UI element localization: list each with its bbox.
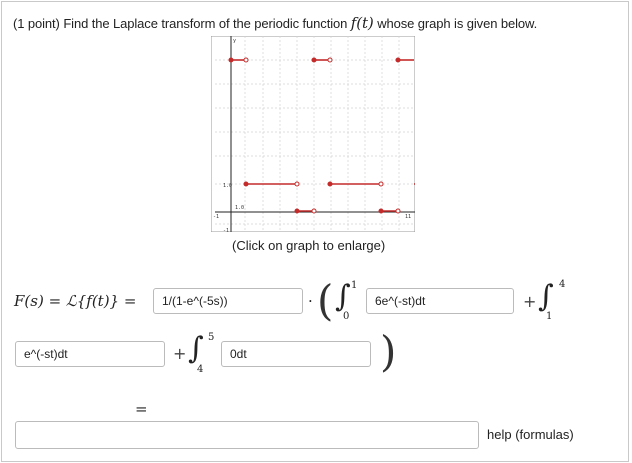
help-formulas-link[interactable]: help (formulas) <box>487 427 574 442</box>
integral1-upper: 1 <box>351 280 358 291</box>
integral1-lower: 0 <box>343 311 350 322</box>
integral2-upper: 4 <box>559 279 566 290</box>
left-paren: ( <box>317 276 334 325</box>
equals-sign: = <box>135 400 148 418</box>
filled-point <box>294 208 300 214</box>
integral3-lower: 4 <box>197 364 204 375</box>
open-point <box>311 208 317 214</box>
final-answer-input[interactable] <box>15 421 479 449</box>
problem-prompt: (1 point) Find the Laplace transform of … <box>13 14 537 32</box>
open-point <box>327 57 333 63</box>
points-label: (1 point) <box>13 16 60 31</box>
filled-point <box>243 181 249 187</box>
x-left-tick: -1 <box>213 214 219 220</box>
filled-point <box>395 57 401 63</box>
prompt-text-after: whose graph is given below. <box>377 16 538 31</box>
open-point <box>378 181 384 187</box>
integral2-lower: 1 <box>546 311 553 322</box>
graph-svg: y 1.0 1.0 -1 11 -1 <box>210 35 416 234</box>
open-point <box>294 181 300 187</box>
right-paren: ) <box>380 327 397 376</box>
graph-caption: (Click on graph to enlarge) <box>232 238 386 253</box>
integral-sign-2: ∫ <box>538 279 554 314</box>
open-point <box>243 57 249 63</box>
integrand-3-input[interactable]: 0dt <box>221 341 371 367</box>
integral-sign-3: ∫ <box>188 331 204 366</box>
prompt-text-before: Find the Laplace transform of the period… <box>63 16 348 31</box>
factor-input[interactable]: 1/(1-e^(-5s)) <box>153 288 303 314</box>
graph-border <box>210 35 416 233</box>
integral-sign-1: ∫ <box>335 279 351 314</box>
function-name: f(t) <box>350 14 374 32</box>
integrand-1-input[interactable]: 6e^(-st)dt <box>366 288 514 314</box>
laplace-lhs: F(s) = ℒ{f(t)} = <box>14 292 137 310</box>
integral3-upper: 5 <box>208 332 215 343</box>
filled-point <box>228 57 234 63</box>
filled-point <box>311 57 317 63</box>
y-upper-tick: 1.0 <box>223 183 232 189</box>
y-mid-tick: 1.0 <box>235 205 244 211</box>
y-top-tick: y <box>233 38 236 44</box>
multiply-dot: · <box>308 292 313 310</box>
open-point <box>395 208 401 214</box>
y-bottom-tick: -1 <box>223 228 229 232</box>
filled-point <box>378 208 384 214</box>
plus-sign-2: + <box>173 344 187 363</box>
filled-point <box>327 181 333 187</box>
x-right-tick: 11 <box>405 214 411 220</box>
integrand-2-input[interactable]: e^(-st)dt <box>15 341 165 367</box>
function-graph[interactable]: y 1.0 1.0 -1 11 -1 <box>210 35 416 234</box>
plus-sign-1: + <box>523 292 537 311</box>
